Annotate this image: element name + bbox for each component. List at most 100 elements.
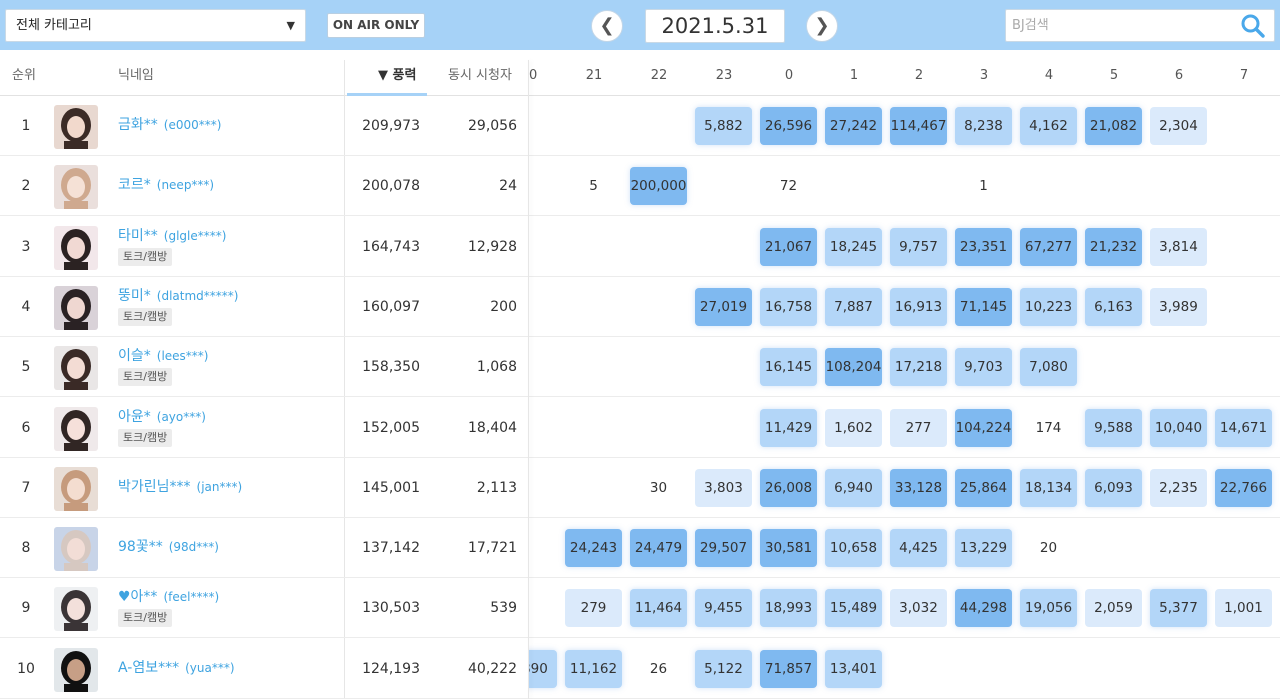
- avatar[interactable]: [54, 406, 98, 451]
- nickname-link[interactable]: 타미** (glgle****): [118, 225, 226, 245]
- avatar[interactable]: [54, 647, 98, 692]
- avatar-photo: [54, 587, 98, 632]
- avatar[interactable]: [54, 105, 98, 149]
- hour-value-cell: 67,277: [1020, 227, 1077, 266]
- avatar-photo: [54, 285, 98, 330]
- hour-header: 4: [1044, 68, 1054, 83]
- avatar-photo: [54, 406, 98, 451]
- viewers-value: 2,113: [476, 479, 517, 496]
- user-id: (ayo***): [156, 409, 206, 424]
- category-select[interactable]: 전체 카테고리 ▼: [5, 9, 306, 42]
- hour-value-cell: 2,235: [1150, 468, 1207, 507]
- hour-value-cell: 6,940: [825, 468, 882, 507]
- user-id: (jan***): [196, 479, 243, 494]
- hour-value-cell: 30,581: [760, 529, 817, 568]
- hour-header: 20: [529, 68, 538, 83]
- viewers-value: 17,721: [468, 540, 517, 557]
- hour-value-cell: 8,238: [955, 107, 1012, 145]
- hourly-values: 279 11,464 9,455 18,993 15,489 3,032 44,298 19,…: [529, 578, 1280, 638]
- hour-value-cell: 7,887: [825, 287, 882, 326]
- table-row[interactable]: 3 타미** (glgle****) 토크/캠방 164,743 12,928 2…: [0, 217, 1280, 277]
- table-row[interactable]: 4 뚱미* (dlatmd*****) 토크/캠방 160,097 200 27,…: [0, 277, 1280, 337]
- rank-number: 1: [21, 118, 31, 134]
- table-row[interactable]: 6 아윤* (ayo***) 토크/캠방 152,005 18,404 11,42…: [0, 398, 1280, 458]
- user-id: (yua***): [185, 660, 235, 675]
- avatar[interactable]: [54, 466, 98, 511]
- rank-number: 9: [21, 600, 31, 617]
- nickname-link[interactable]: 박가린님*** (jan***): [118, 476, 242, 496]
- user-id: (lees***): [156, 349, 209, 364]
- hour-value-cell: 15,489: [825, 589, 882, 628]
- nickname-link[interactable]: 아윤* (ayo***): [118, 406, 206, 426]
- power-value: 158,350: [362, 359, 420, 376]
- nickname-link[interactable]: ♥아** (feel****): [118, 586, 219, 606]
- hour-value-cell: 25,864: [955, 468, 1012, 507]
- hour-header: 6: [1174, 68, 1184, 83]
- hour-value-cell: 13,229: [955, 529, 1012, 568]
- bj-search-input[interactable]: [1005, 9, 1275, 42]
- hour-value-cell: 9,455: [695, 589, 752, 628]
- table-row[interactable]: 7 박가린님*** (jan***) 145,001 2,113 30 3,803 2…: [0, 458, 1280, 518]
- power-value: 145,001: [362, 479, 420, 496]
- hour-value-cell: 4,425: [890, 529, 947, 568]
- category-tag: 토크/캠방: [118, 609, 173, 628]
- rank-number: 8: [21, 540, 31, 557]
- hour-value-cell: 277: [890, 408, 947, 447]
- hour-value-cell: 11,162: [565, 649, 622, 688]
- search-icon[interactable]: [1240, 13, 1266, 39]
- power-value: 209,973: [362, 118, 420, 134]
- category-tag: 토크/캠방: [118, 247, 173, 266]
- avatar[interactable]: [54, 527, 98, 572]
- hour-value-cell: 30: [630, 468, 687, 507]
- hour-value-cell: 24,479: [630, 529, 687, 568]
- avatar[interactable]: [54, 346, 98, 391]
- avatar[interactable]: [54, 285, 98, 330]
- table-row[interactable]: 9 ♥아** (feel****) 토크/캠방 130,503 539 279 11…: [0, 578, 1280, 639]
- rank-number: 2: [21, 178, 31, 195]
- table-row[interactable]: 1 금화** (e000***) 209,973 29,056 5,882 26,5…: [0, 96, 1280, 156]
- table-row[interactable]: 2 코르* (neep***) 200,078 24 5 200,000 72 1: [0, 156, 1280, 217]
- avatar[interactable]: [54, 587, 98, 632]
- avatar-photo: [54, 105, 98, 149]
- avatar-photo: [54, 466, 98, 511]
- hour-value-cell: 2,304: [1150, 107, 1207, 145]
- viewers-sort-header[interactable]: 동시 시청자: [448, 60, 512, 95]
- nickname-link[interactable]: 금화** (e000***): [118, 114, 221, 134]
- hour-value-cell: 6,163: [1085, 287, 1142, 326]
- on-air-only-button[interactable]: ON AIR ONLY: [327, 13, 425, 38]
- prev-date-button[interactable]: ❮: [591, 10, 623, 42]
- power-value: 160,097: [362, 298, 420, 315]
- hour-value-cell: 3,989: [1150, 287, 1207, 326]
- nickname-link[interactable]: 이슬* (lees***): [118, 345, 208, 365]
- nickname-link[interactable]: 코르* (neep***): [118, 174, 214, 194]
- rank-number: 5: [21, 359, 31, 376]
- viewers-value: 539: [490, 600, 517, 617]
- table-row[interactable]: 10 A-염보*** (yua***) 124,193 40,222 7,890 1…: [0, 639, 1280, 699]
- nickname-link[interactable]: 뚱미* (dlatmd*****): [118, 285, 238, 305]
- hour-value-cell: 18,993: [760, 589, 817, 628]
- hour-header: 1: [849, 68, 859, 83]
- table-row[interactable]: 5 이슬* (lees***) 토크/캠방 158,350 1,068 16,14…: [0, 337, 1280, 398]
- hour-value-cell: 33,128: [890, 468, 947, 507]
- hourly-values: 27,019 16,758 7,887 16,913 71,145 10,223 6,163…: [529, 277, 1280, 337]
- next-date-button[interactable]: ❯: [806, 10, 838, 42]
- table-row[interactable]: 8 98꽃** (98d***) 137,142 17,721 24,243 24,…: [0, 518, 1280, 579]
- power-value: 164,743: [362, 238, 420, 255]
- nickname-link[interactable]: 98꽃** (98d***): [118, 536, 219, 556]
- avatar[interactable]: [54, 165, 98, 210]
- viewers-value: 1,068: [476, 359, 517, 376]
- avatar[interactable]: [54, 225, 98, 270]
- hour-value-cell: 21,082: [1085, 107, 1142, 145]
- hour-value-cell: 5,377: [1150, 589, 1207, 628]
- hour-value-cell: 22,766: [1215, 468, 1272, 507]
- power-sort-header[interactable]: ▼ 풍력: [378, 60, 416, 95]
- hour-value-cell: 21,067: [760, 227, 817, 266]
- hour-value-cell: 20: [1020, 529, 1077, 568]
- hour-value-cell: 279: [565, 589, 622, 628]
- hour-value-cell: 1: [955, 167, 1012, 206]
- hour-header: 23: [715, 68, 733, 83]
- hour-value-cell: 6,093: [1085, 468, 1142, 507]
- hour-value-cell: 5: [565, 167, 622, 206]
- rank-number: 10: [17, 660, 35, 677]
- nickname-link[interactable]: A-염보*** (yua***): [118, 657, 235, 677]
